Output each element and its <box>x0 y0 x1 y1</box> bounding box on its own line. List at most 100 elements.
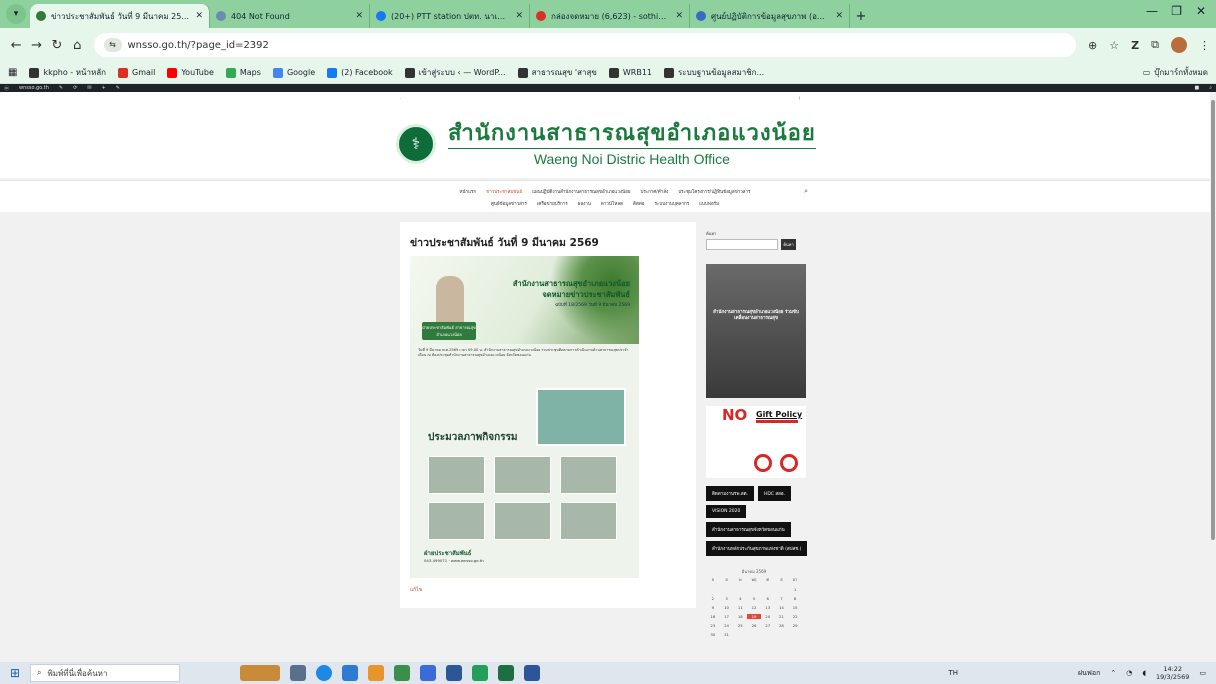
wp-updates-icon[interactable]: ⟳ <box>73 85 77 91</box>
calendar-day[interactable]: 26 <box>747 623 761 628</box>
chrome-icon[interactable] <box>472 665 488 681</box>
bookmark-item[interactable]: Gmail <box>118 67 155 78</box>
bookmark-item[interactable]: (2) Facebook <box>327 67 393 78</box>
bookmark-star-icon[interactable]: ☆ <box>1109 39 1119 52</box>
menu-item[interactable]: ประกาศ/คำสั่ง <box>640 188 668 195</box>
calendar-day[interactable]: 21 <box>775 614 789 619</box>
calendar-day[interactable]: 10 <box>720 605 734 610</box>
sidebar-link-button[interactable]: VISION 2020 <box>706 505 747 518</box>
menu-item[interactable]: แบบฟอร์ม <box>699 200 719 207</box>
app-icon[interactable] <box>446 665 462 681</box>
calendar-day[interactable]: 8 <box>788 596 802 601</box>
calendar-day[interactable]: 27 <box>761 623 775 628</box>
bookmark-item[interactable]: สาธารณสุข 'สาสุข <box>517 66 597 79</box>
menu-item[interactable]: เครือข่ายบริการ <box>537 200 568 207</box>
wp-site-link[interactable]: wnsso.go.th <box>19 85 49 91</box>
volume-icon[interactable]: ◖ <box>1142 669 1146 677</box>
profile-avatar[interactable] <box>1170 37 1187 53</box>
bookmark-item[interactable]: kkpho - หน้าหลัก <box>29 66 106 79</box>
more-menu-icon[interactable]: ⋮ <box>1199 39 1210 52</box>
calendar-day[interactable]: 14 <box>775 605 789 610</box>
word-icon[interactable] <box>524 665 540 681</box>
bookmark-item[interactable]: Google <box>272 67 315 78</box>
calendar-day[interactable]: 15 <box>788 605 802 610</box>
calendar-day[interactable]: 9 <box>706 605 720 610</box>
search-button[interactable]: ค้นหา <box>781 239 796 250</box>
task-view-icon[interactable] <box>290 665 306 681</box>
calendar-day[interactable]: 12 <box>747 605 761 610</box>
search-input[interactable] <box>706 239 778 250</box>
calendar-day[interactable]: 30 <box>706 632 720 637</box>
wp-edit-icon[interactable]: ✎ <box>116 85 120 91</box>
bookmark-item[interactable]: Maps <box>225 67 261 78</box>
menu-item[interactable]: หน้าแรก <box>460 188 477 195</box>
wp-search-icon[interactable]: ⌕ <box>1209 85 1212 91</box>
calendar-day[interactable]: 16 <box>706 614 720 619</box>
extension-icon[interactable]: Z <box>1131 39 1139 52</box>
weather-text[interactable]: ฝนฟอก <box>1078 668 1100 679</box>
extensions-puzzle-icon[interactable]: ⧉ <box>1151 38 1159 52</box>
tab-close-icon[interactable]: ✕ <box>355 11 363 21</box>
sidebar-link-button[interactable]: สำนักงานสาธารณสุขจังหวัดขอนแก่น <box>706 522 791 537</box>
scrollbar-thumb[interactable] <box>1211 100 1215 540</box>
calendar-day[interactable]: 17 <box>720 614 734 619</box>
minimize-icon[interactable]: — <box>1146 4 1158 18</box>
app-icon[interactable] <box>394 665 410 681</box>
bookmark-item[interactable]: ระบบฐานข้อมูลสมาชิก... <box>664 66 764 79</box>
menu-item[interactable]: ระบบงานบุคลากร <box>655 200 690 207</box>
home-icon[interactable]: ⌂ <box>67 38 87 53</box>
input-language[interactable]: TH <box>949 669 959 677</box>
menu-item[interactable]: ดาวน์โหลด <box>601 200 623 207</box>
calendar-day[interactable]: 24 <box>720 623 734 628</box>
start-icon[interactable]: ⊞ <box>0 666 30 680</box>
calendar-day[interactable]: 20 <box>761 614 775 619</box>
tab-close-icon[interactable]: ✕ <box>515 11 523 21</box>
tab-search-button[interactable]: ▾ <box>6 4 26 24</box>
browser-tab[interactable]: 404 Not Found ✕ <box>210 4 370 28</box>
close-window-icon[interactable]: ✕ <box>1196 4 1206 18</box>
page-scrollbar[interactable] <box>1210 92 1216 662</box>
topline-social[interactable]: f <box>799 96 800 101</box>
bookmark-item[interactable]: YouTube <box>167 67 214 78</box>
tab-close-icon[interactable]: ✕ <box>835 11 843 21</box>
excel-icon[interactable] <box>498 665 514 681</box>
menu-item[interactable]: ศูนย์ข้อมูลข่าวสาร <box>491 200 527 207</box>
back-icon[interactable]: ← <box>6 38 26 53</box>
calendar-day[interactable]: 11 <box>733 605 747 610</box>
all-bookmarks-link[interactable]: บุ๊กมาร์กทั้งหมด <box>1154 66 1208 79</box>
news-poster-image[interactable]: สำนักงานสาธารณสุขอำเภอแวงน้อย จดหมายข่าว… <box>410 256 639 578</box>
browser-tab[interactable]: กล่องจดหมาย (6,623) - sothidad... ✕ <box>530 4 690 28</box>
bookmark-item[interactable]: เข้าสู่ระบบ ‹ — WordP... <box>404 66 506 79</box>
calendar-day[interactable]: 19 <box>747 614 761 619</box>
new-tab-button[interactable]: + <box>850 4 872 28</box>
tray-chevron-icon[interactable]: ⌃ <box>1110 669 1116 677</box>
calendar-day[interactable]: 7 <box>775 596 789 601</box>
wp-customize-link[interactable]: ✎ <box>59 85 63 91</box>
maximize-icon[interactable]: ❐ <box>1171 4 1182 18</box>
calendar-day[interactable]: 29 <box>788 623 802 628</box>
bookmark-item[interactable]: WRB11 <box>608 67 652 78</box>
network-icon[interactable]: ◔ <box>1126 669 1132 677</box>
tab-close-icon[interactable]: ✕ <box>675 11 683 21</box>
calendar-day[interactable]: 23 <box>706 623 720 628</box>
browser-tab[interactable]: (20+) PTT station ปตท. นาเหนือ | ... ✕ <box>370 4 530 28</box>
wp-logo-icon[interactable]: ⓦ <box>4 85 9 92</box>
calendar-day[interactable]: 22 <box>788 614 802 619</box>
calendar-day[interactable]: 6 <box>761 596 775 601</box>
edit-link[interactable]: แก้ไข <box>410 586 422 594</box>
clock[interactable]: 14:22 19/3/2569 <box>1156 665 1189 681</box>
menu-search-icon[interactable]: ⌕ <box>804 187 808 196</box>
wp-account[interactable]: ■ <box>1194 85 1199 91</box>
no-gift-policy-banner[interactable]: NO Gift Policy <box>706 406 806 478</box>
menu-item[interactable]: ติดต่อ <box>633 200 644 207</box>
menu-item[interactable]: แผนปฏิบัติงานสำนักงานสาธารณสุขอำเภอแวงน้… <box>532 188 630 195</box>
calendar-day[interactable]: 31 <box>720 632 734 637</box>
sidebar-link-button[interactable]: ติดตามงานรพ.สต. <box>706 486 754 501</box>
widget-icon[interactable] <box>240 665 280 681</box>
app-icon[interactable] <box>420 665 436 681</box>
file-explorer-icon[interactable] <box>342 665 358 681</box>
moph-logo[interactable]: ⚕ <box>396 123 436 164</box>
apps-grid-icon[interactable]: ▦ <box>8 67 17 78</box>
calendar-day[interactable]: 28 <box>775 623 789 628</box>
sidebar-link-button[interactable]: HDC สสอ. <box>757 486 792 501</box>
